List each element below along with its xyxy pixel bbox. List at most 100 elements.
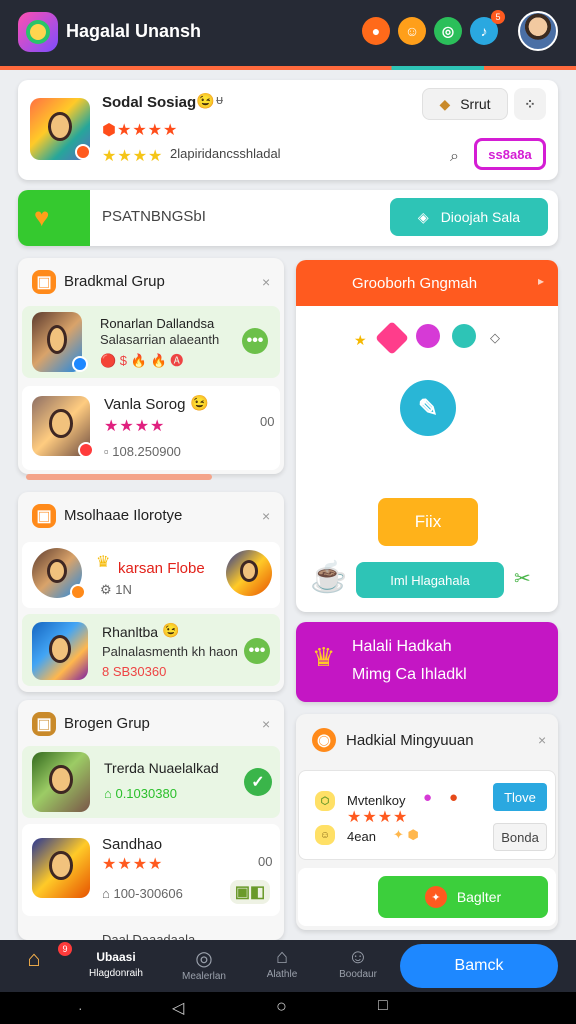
list-item[interactable]: Sandhao ★★★★ ⌂ 100-300606 00 ▣◧ <box>22 824 280 916</box>
settings-icon: ⚙ <box>100 582 116 597</box>
notification-badge: 5 <box>491 10 505 24</box>
group-card-2: ▣ Msolhaae Ilorotye × ♛ karsan Flobe ⚙ 1… <box>18 492 284 692</box>
promo-line1: Halali Hadkah <box>352 638 452 655</box>
tag-button-secondary[interactable]: Bonda <box>493 823 547 851</box>
back-icon[interactable]: ◁ <box>172 998 184 1018</box>
nav-item-shop[interactable]: ⌂ Alathle <box>252 946 312 980</box>
nav-item-profile[interactable]: ☺ Boodaur <box>328 946 388 980</box>
banner-action-label: Dioojah Sala <box>440 209 521 225</box>
group-icon: ▣ <box>32 712 56 736</box>
item-title: Mvtenlkoy <box>347 793 406 808</box>
calendar-icon: ▫ <box>104 444 113 459</box>
gift-icon[interactable]: ▣◧ <box>230 880 270 904</box>
nav-item-home[interactable]: Ubaasi Hlagdonraih <box>78 946 154 979</box>
list-item[interactable]: Vanla Sorog 😉 ★★★★ ▫ 108.250900 00 <box>22 386 280 470</box>
group-title: Bradkmal Grup <box>64 273 165 290</box>
item-badge <box>72 356 88 372</box>
recents-icon[interactable]: □ <box>378 997 388 1015</box>
item-meta-value: 100-300606 <box>113 886 183 901</box>
wand-icon[interactable]: ✂ <box>514 566 531 591</box>
featured-subtitle: 2lapiridancsshladal <box>170 146 281 161</box>
nav-item-label: Alathle <box>266 969 298 980</box>
group-icon: ▣ <box>32 270 56 294</box>
item-meta-value: 1N <box>115 582 132 597</box>
tag-icon: ◈ <box>417 208 429 225</box>
action-button[interactable]: Iml Hlagahala <box>356 562 504 598</box>
list-item[interactable]: Trerda Nuaelalkad ⌂ 0.1030380 ✓ <box>22 746 280 818</box>
close-icon[interactable]: × <box>262 274 270 290</box>
home-button-icon[interactable]: ○ <box>276 996 287 1017</box>
close-icon[interactable]: × <box>262 716 270 732</box>
bag-icon: ⌂ <box>275 946 289 968</box>
coin-icon: ⬡ <box>315 791 335 811</box>
item-thumbnail <box>32 752 90 812</box>
close-icon[interactable]: × <box>262 508 270 524</box>
gem-icon <box>452 324 476 348</box>
item-meta: ⌂ 0.1030380 <box>104 786 177 801</box>
group-card-1: ▣ Bradkmal Grup × Ronarlan Dallandsa Sal… <box>18 258 284 474</box>
item-subtitle: Palnalasmenth kh haon <box>102 644 238 659</box>
list-item[interactable]: ⬡ Mvtenlkoy ● ● ★★★★ ☺ 4ean ✦ ⬢ Tlove Bo… <box>298 770 556 860</box>
app-title: Hagalal Unansh <box>66 21 202 41</box>
search-icon[interactable]: ⌕ <box>450 148 459 166</box>
promo-card[interactable]: ♛ Halali Hadkah Mimg Ca Ihladkl <box>296 622 558 702</box>
nav-dot-icon[interactable]: · <box>78 1000 83 1016</box>
group-card-3: ▣ Brogen Grup × Trerda Nuaelalkad ⌂ 0.10… <box>18 700 284 947</box>
item-meta: 🔴 $ 🔥 🔥 🅐 <box>100 353 184 368</box>
app-logo[interactable] <box>18 12 58 52</box>
item-title: Sandhao <box>102 836 163 853</box>
home-icon[interactable]: ⌂ <box>20 946 48 972</box>
item-meta: ▫ 108.250900 <box>104 444 181 459</box>
chat-icon[interactable]: ◎ <box>434 17 462 45</box>
home-icon: ⌂ <box>104 786 116 801</box>
featured-rating-secondary: ★★★★ <box>102 148 164 165</box>
list-item[interactable]: Rhanltba 😉 Palnalasmenth kh haon 8 SB303… <box>22 614 280 686</box>
tag-button[interactable]: Tlove <box>493 783 547 811</box>
code-button[interactable]: ss8a8a <box>474 138 546 170</box>
nav-item-explore[interactable]: ◎ Mealerlan <box>172 946 236 982</box>
item-title: Rhanltba <box>102 624 159 640</box>
submit-button[interactable]: ✦ Baglter <box>378 876 548 918</box>
bag-icon: ◆ <box>439 95 451 112</box>
fire-icon[interactable]: ● <box>362 17 390 45</box>
chevron-right-icon[interactable]: ▸ <box>538 274 544 288</box>
game-panel: Grooborh Gngmah ▸ ★ ◇ ✎ Fiix ☕ Iml Hlaga… <box>296 260 558 612</box>
smile-icon[interactable]: ☺ <box>398 17 426 45</box>
trophy-icon: ♛ <box>96 554 111 571</box>
top-bar: Hagalal Unansh ● ☺ ◎ ♪ 5 <box>0 0 576 66</box>
item-badge <box>78 442 94 458</box>
grid-menu-icon[interactable]: ⁘ <box>514 88 546 120</box>
item-rating: ★★★★ <box>102 856 164 873</box>
sort-button[interactable]: ◆ Srrut <box>422 88 508 120</box>
featured-title: Sodal Sosiag <box>102 94 197 111</box>
featured-card[interactable]: Sodal Sosiag 😉 ᵾ ⬢★★★★ ★★★★ 2lapiridancs… <box>18 80 558 180</box>
list-item[interactable]: Ronarlan Dallandsa Salasarrian alaeanth … <box>22 306 280 378</box>
banner-card[interactable]: ♥ PSATNBNGSbI ◈ Dioojah Sala <box>18 190 558 246</box>
avatar[interactable] <box>518 11 558 51</box>
tool-icon[interactable]: ✎ <box>400 380 456 436</box>
more-icon[interactable]: ••• <box>244 638 270 664</box>
promo-line2: Mimg Ca Ihladkl <box>352 666 467 683</box>
check-icon[interactable]: ✓ <box>244 768 272 796</box>
more-icon[interactable]: ••• <box>242 328 268 354</box>
compass-icon: ◎ <box>195 948 213 970</box>
banner-action-button[interactable]: ◈ Dioojah Sala <box>390 198 548 236</box>
star-icon: ★ <box>354 332 367 348</box>
item-avatar-secondary <box>226 550 272 596</box>
home-icon: ⌂ <box>102 886 114 901</box>
sort-button-label: Srrut <box>460 96 491 112</box>
gem-icon <box>375 321 409 355</box>
item-rating: ★★★★ <box>347 809 409 826</box>
fire-icon: ✦ <box>424 886 447 908</box>
gem-icon <box>416 324 440 348</box>
cta-button[interactable]: Bamck <box>400 944 558 988</box>
trophy-icon: ♛ <box>312 642 336 672</box>
item-emoji: 😉 <box>190 395 209 412</box>
item-meta: ⚙ 1N <box>100 582 132 598</box>
nav-item-label: Hlagdonraih <box>89 968 143 979</box>
fix-button[interactable]: Fiix <box>378 498 478 546</box>
featured-rating: ⬢★★★★ <box>102 122 179 139</box>
nav-item-label: Mealerlan <box>182 971 226 982</box>
close-icon[interactable]: × <box>538 732 546 748</box>
list-item[interactable]: ♛ karsan Flobe ⚙ 1N <box>22 542 280 608</box>
